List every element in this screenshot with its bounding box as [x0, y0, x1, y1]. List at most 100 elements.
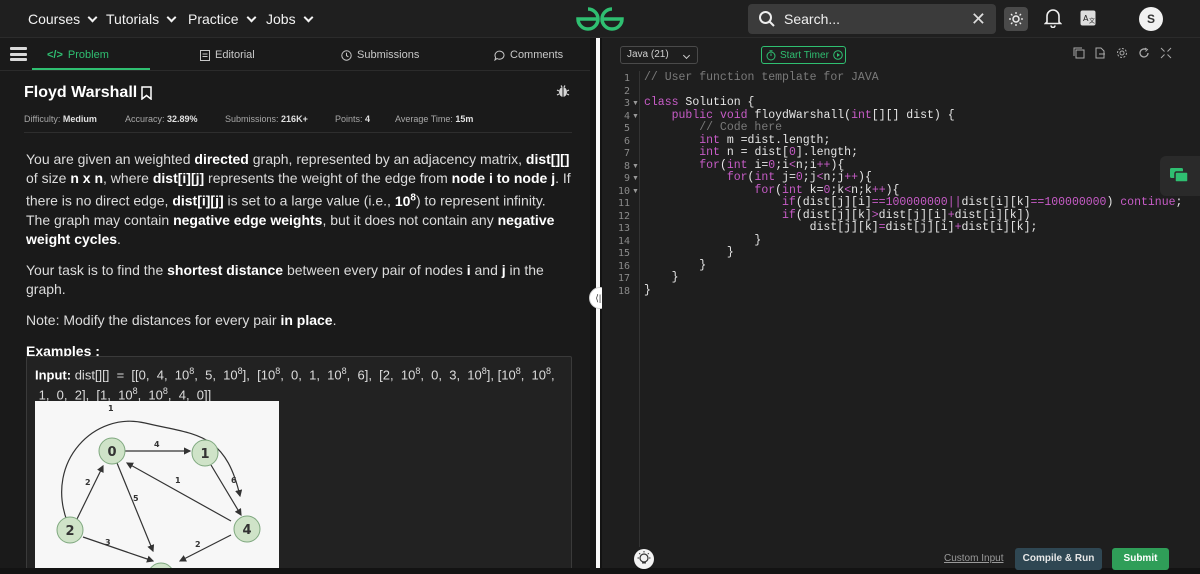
line-number: 16	[617, 260, 630, 272]
points-value: 4	[365, 114, 371, 124]
notification-bell-icon[interactable]	[1043, 8, 1063, 33]
report-bug-icon[interactable]	[556, 84, 570, 103]
avgtime-meta: Average Time: 15m	[395, 114, 473, 124]
copy-icon[interactable]	[1073, 47, 1085, 59]
line-number: 10	[617, 185, 630, 197]
nav-courses-label: Courses	[28, 11, 81, 27]
node-label: 2	[65, 524, 74, 539]
problem-title: Floyd Warshall	[24, 84, 152, 102]
edge-label: 1	[108, 404, 114, 413]
edge-label: 5	[133, 494, 139, 503]
svg-text:文: 文	[1089, 17, 1095, 25]
nav-tutorials[interactable]: Tutorials	[106, 11, 177, 27]
code-line: for(int i=0;i<n;i++){	[699, 158, 845, 172]
submissions-meta: Submissions: 216K+	[225, 114, 308, 124]
accuracy-label: Accuracy:	[125, 114, 165, 124]
line-number: 6	[623, 135, 630, 147]
tab-problem[interactable]: </> Problem	[47, 49, 109, 61]
chat-icon	[1170, 168, 1189, 183]
compile-run-button[interactable]: Compile & Run	[1015, 548, 1102, 570]
accuracy-value: 32.89%	[167, 114, 198, 124]
tab-comments[interactable]: Comments	[494, 49, 563, 61]
nav-jobs[interactable]: Jobs	[266, 11, 314, 27]
chevron-down-icon	[682, 51, 691, 60]
custom-input-link[interactable]: Custom Input	[944, 553, 1003, 564]
submit-button[interactable]: Submit	[1112, 548, 1169, 570]
start-timer-label: Start Timer	[780, 49, 829, 61]
chevron-down-icon	[246, 12, 257, 22]
code-line: for(int k=0;k<n;k++){	[754, 183, 900, 197]
edge-label: 2	[195, 540, 201, 549]
editor-bottom-bar: Custom Input Compile & Run Submit	[602, 547, 1200, 570]
fold-arrow-icon[interactable]: ▼	[632, 175, 639, 182]
points-label: Points:	[335, 114, 363, 124]
nav-courses[interactable]: Courses	[28, 11, 98, 27]
start-timer-button[interactable]: Start Timer	[761, 46, 846, 64]
problem-statement: You are given an weighted directed graph…	[26, 150, 571, 373]
code-line: }	[644, 283, 651, 297]
code-line: // User function template for JAVA	[644, 71, 879, 84]
reset-icon[interactable]	[1138, 47, 1150, 59]
code-line: }	[644, 246, 734, 259]
gfg-logo[interactable]	[575, 6, 625, 37]
fold-arrow-icon[interactable]: ▼	[632, 163, 639, 170]
code-editor[interactable]: 1 2 3 4 5 6 7 8 9 10 11 12 13 14 15 16 1…	[602, 71, 1200, 547]
chat-button[interactable]	[1160, 156, 1200, 196]
graph-edge	[210, 464, 242, 517]
code-icon: </>	[47, 49, 63, 61]
comment-icon	[494, 50, 505, 61]
edge-label: 3	[105, 538, 111, 547]
code-line: dist[j][k]=dist[j][i]+dist[i][k];	[644, 221, 1038, 234]
avgtime-value: 15m	[455, 114, 474, 124]
gear-icon[interactable]	[1116, 47, 1128, 59]
search-bar[interactable]: Search... ✕	[748, 4, 996, 34]
nav-jobs-label: Jobs	[266, 11, 296, 27]
line-number: 5	[623, 123, 630, 134]
bookmark-icon[interactable]	[141, 86, 152, 100]
problem-tabs: </> Problem Editorial Submissions Commen…	[0, 38, 590, 71]
difficulty-meta: Difficulty: Medium	[24, 114, 97, 124]
hint-button[interactable]	[634, 549, 654, 569]
code-line: int m =dist.length;	[699, 133, 831, 147]
difficulty-label: Difficulty:	[24, 114, 61, 124]
line-number: 4	[623, 110, 630, 122]
code-line: class Solution {	[644, 96, 755, 109]
fold-arrow-icon[interactable]: ▼	[632, 113, 639, 120]
line-number: 14	[617, 235, 630, 247]
fullscreen-icon[interactable]	[1160, 47, 1172, 59]
code-line: if(dist[j][k]>dist[j][i]+dist[i][k])	[782, 208, 1031, 222]
fold-arrow-icon[interactable]: ▼	[632, 100, 639, 107]
example-box: Input: dist[][] = [[0, 4, 108, 5, 108], …	[26, 356, 572, 568]
lightbulb-icon	[637, 551, 651, 564]
tab-submissions-label: Submissions	[357, 49, 420, 61]
translate-icon[interactable]: A文	[1080, 10, 1096, 31]
tab-comments-label: Comments	[510, 49, 564, 61]
chevron-down-icon	[166, 12, 177, 22]
close-icon[interactable]: ✕	[971, 9, 986, 30]
node-label: 1	[200, 447, 209, 462]
tab-submissions[interactable]: Submissions	[341, 49, 419, 61]
node-label: 0	[107, 445, 116, 460]
line-number: 2	[623, 85, 630, 97]
play-icon	[833, 50, 843, 60]
clock-icon	[341, 49, 352, 61]
chevron-down-icon	[87, 12, 98, 22]
tab-problem-label: Problem	[67, 49, 109, 61]
nav-practice-label: Practice	[188, 11, 239, 27]
line-number: 18	[617, 285, 630, 297]
example-graph: 1 4 2 1 6 5 3 2 0 1 2 4	[35, 401, 279, 568]
hamburger-menu-icon[interactable]	[10, 47, 27, 61]
file-export-icon[interactable]	[1094, 47, 1106, 59]
theme-toggle-button[interactable]	[1004, 7, 1028, 31]
node-label: 4	[242, 523, 251, 538]
code-line: // Code here	[699, 121, 783, 134]
nav-practice[interactable]: Practice	[188, 11, 257, 27]
language-select[interactable]: Java (21)	[620, 46, 698, 64]
problem-panel: </> Problem Editorial Submissions Commen…	[0, 38, 590, 568]
fold-arrow-icon[interactable]: ▼	[632, 188, 639, 195]
tab-editorial[interactable]: Editorial	[200, 49, 255, 61]
avatar[interactable]: S	[1139, 7, 1163, 31]
code-line: }	[644, 233, 762, 247]
code-line: int n = dist[0].length;	[699, 146, 858, 159]
active-tab-indicator	[32, 68, 150, 70]
